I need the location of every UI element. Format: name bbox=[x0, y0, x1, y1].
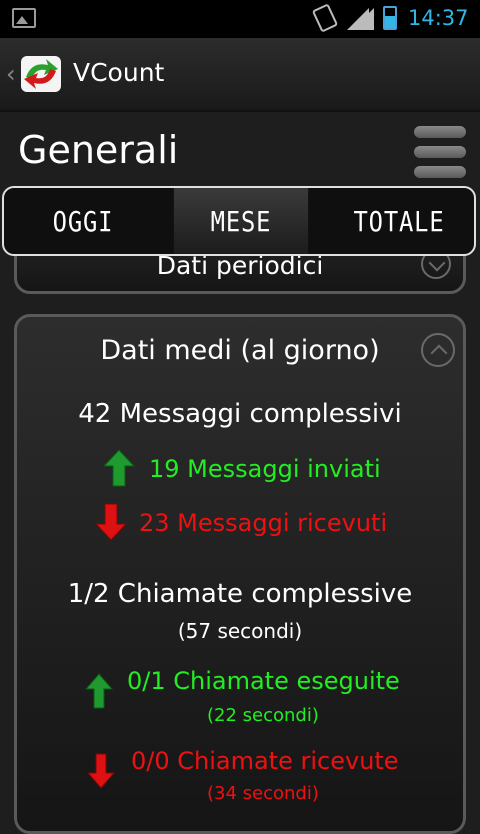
tab-mese[interactable]: MESE bbox=[173, 188, 309, 254]
calls-received-duration: (34 secondi) bbox=[207, 783, 319, 804]
tab-oggi[interactable]: OGGI bbox=[16, 188, 150, 254]
calls-made: 0/1 Chiamate eseguite bbox=[127, 667, 400, 695]
vcount-logo-icon[interactable] bbox=[18, 51, 64, 97]
action-bar: ‹ VCount bbox=[0, 38, 480, 112]
received-arrow-icon bbox=[87, 753, 115, 789]
messages-sent: 19 Messaggi inviati bbox=[149, 455, 381, 483]
sent-arrow-icon bbox=[85, 673, 113, 709]
menu-button[interactable] bbox=[412, 124, 468, 180]
page-title: Generali bbox=[18, 128, 179, 172]
sent-arrow-icon bbox=[103, 449, 135, 487]
app-title: VCount bbox=[73, 58, 165, 87]
menu-bar-icon bbox=[414, 146, 466, 158]
tab-bar: OGGI MESE TOTALE bbox=[2, 186, 476, 256]
received-arrow-icon bbox=[95, 503, 127, 541]
gallery-icon bbox=[12, 8, 36, 28]
card-average-data: Dati medi (al giorno) 42 Messaggi comple… bbox=[14, 314, 466, 834]
messages-total: 42 Messaggi complessivi bbox=[78, 399, 402, 429]
card-title: Dati medi (al giorno) bbox=[100, 335, 380, 366]
messages-received: 23 Messaggi ricevuti bbox=[139, 509, 388, 537]
calls-total: 1/2 Chiamate complessive bbox=[67, 579, 413, 609]
calls-made-duration: (22 secondi) bbox=[207, 705, 319, 726]
calls-received: 0/0 Chiamate ricevute bbox=[131, 747, 399, 775]
status-time: 14:37 bbox=[408, 6, 469, 30]
menu-bar-icon bbox=[414, 166, 466, 178]
vibrate-icon bbox=[311, 3, 339, 33]
cell-signal-icon bbox=[352, 8, 374, 30]
status-bar: 14:37 bbox=[0, 0, 480, 38]
calls-total-duration: (57 secondi) bbox=[177, 619, 303, 643]
chevron-left-icon[interactable]: ‹ bbox=[6, 60, 16, 88]
menu-bar-icon bbox=[414, 126, 466, 138]
battery-icon bbox=[383, 6, 397, 30]
tab-totale[interactable]: TOTALE bbox=[332, 188, 466, 254]
chevron-up-circle-icon[interactable] bbox=[421, 333, 455, 367]
